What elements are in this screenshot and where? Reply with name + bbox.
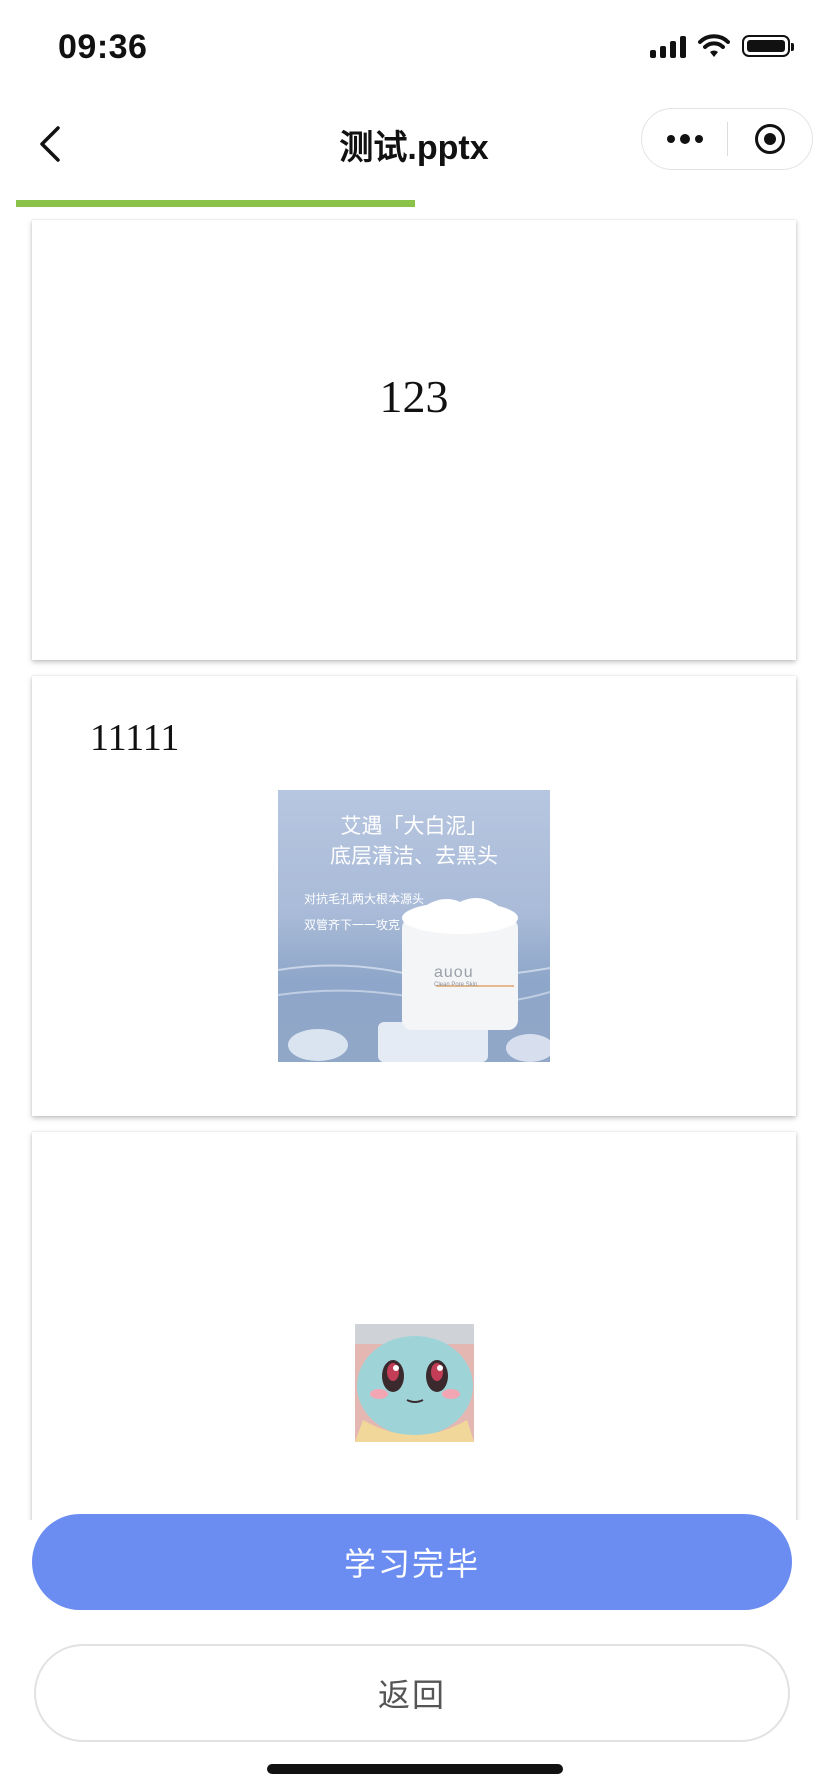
product-name: Clean Pore Skin (434, 982, 478, 988)
status-bar: 09:36 (0, 0, 828, 92)
close-button[interactable] (728, 109, 812, 169)
slide-1: 123 (32, 220, 796, 660)
status-icons (650, 34, 794, 58)
product-bullet-1: 对抗毛孔两大根本源头 (304, 892, 425, 906)
slide-2-text: 11111 (90, 717, 180, 759)
mini-program-capsule (641, 108, 813, 170)
more-dot (694, 135, 703, 143)
character-illustration (355, 1324, 474, 1442)
slide-1-text: 123 (379, 371, 449, 422)
wifi-icon (698, 34, 730, 57)
product-headline-2: 底层清洁、去黑头 (330, 845, 498, 868)
home-indicator (267, 1764, 563, 1774)
reading-progress-bar (16, 200, 814, 207)
progress-fill (16, 200, 415, 207)
slides-viewer[interactable]: 123 11111 艾遇「大白泥」 底层清洁、去黑头 对抗毛孔两大根本源头 双管… (0, 218, 828, 1520)
character-image (355, 1324, 474, 1442)
product-headline-1: 艾遇「大白泥」 (340, 815, 488, 838)
slide-2: 11111 艾遇「大白泥」 底层清洁、去黑头 对抗毛孔两大根本源头 双管齐下一一… (32, 676, 796, 1116)
product-bullet-2: 双管齐下一一攻克 (304, 918, 401, 932)
cellular-signal-icon (650, 34, 686, 58)
return-button[interactable]: 返回 (34, 1644, 790, 1742)
target-circle-icon (754, 124, 785, 154)
more-dots-icon (666, 135, 675, 143)
finish-learning-button[interactable]: 学习完毕 (32, 1514, 792, 1610)
product-brand: auou (434, 964, 474, 981)
more-button[interactable] (642, 109, 727, 169)
battery-icon (742, 35, 794, 57)
product-image: 艾遇「大白泥」 底层清洁、去黑头 对抗毛孔两大根本源头 双管齐下一一攻克 auo… (278, 790, 550, 1062)
slide-3 (32, 1132, 796, 1520)
status-time: 09:36 (58, 28, 148, 66)
more-dot (679, 134, 690, 144)
nav-bar: 测试.pptx (0, 92, 828, 192)
